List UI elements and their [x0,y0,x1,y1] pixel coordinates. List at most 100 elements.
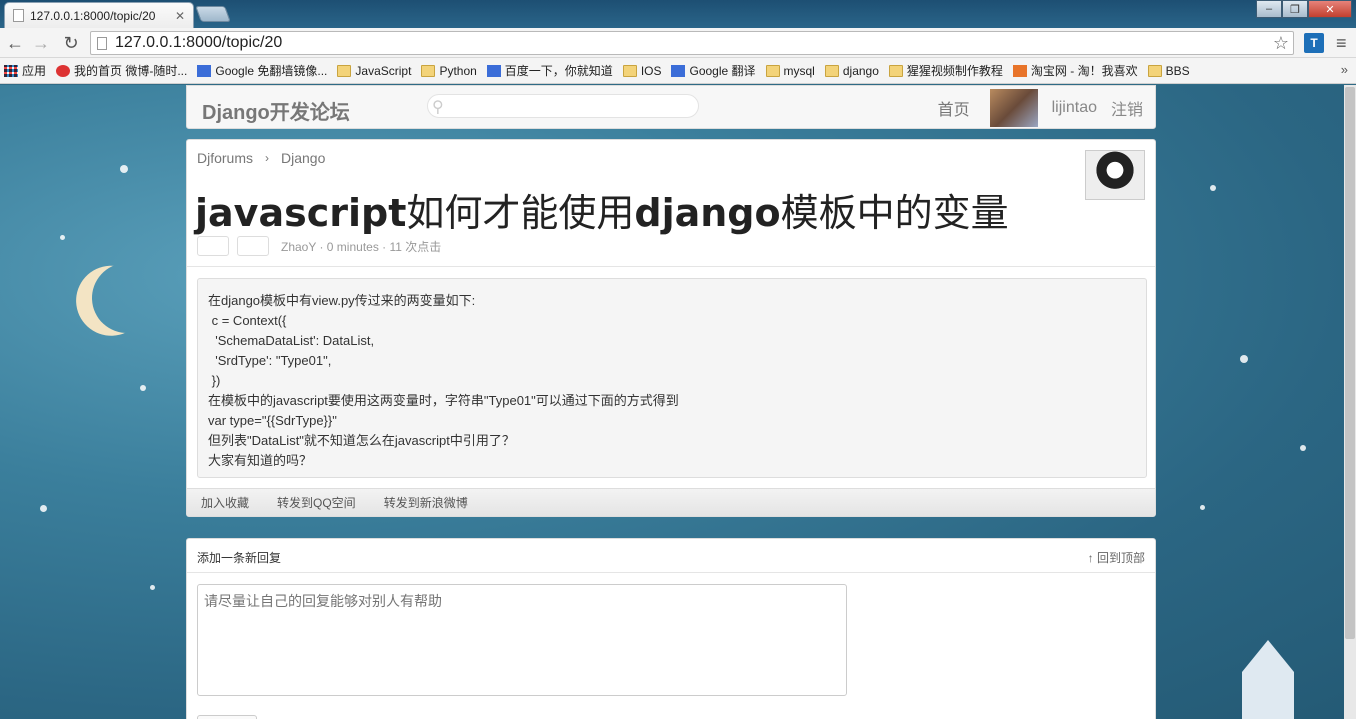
bookmark-item[interactable]: django [824,63,879,78]
folder-icon [765,64,780,77]
page-scrollbar[interactable] [1344,85,1356,719]
reply-textarea[interactable] [197,584,847,696]
bookmark-label: IOS [640,63,662,78]
browser-toolbar: ← → ↻ 127.0.0.1:8000/topic/20 ☆ T ≡ [0,28,1356,58]
bookmark-item[interactable]: Google 翻译 [671,62,756,79]
topic-content: 在django模板中有view.py传过来的两变量如下: c = Context… [197,278,1147,478]
snowflake [1240,355,1248,363]
submit-reply-button[interactable] [197,715,257,719]
username-link[interactable]: lijintao [1052,99,1097,117]
bookmark-item[interactable]: IOS [622,63,662,78]
window-controls: – ❐ ✕ [1256,0,1352,18]
folder-icon [337,64,352,77]
browser-tab[interactable]: 127.0.0.1:8000/topic/20 ✕ [4,2,194,28]
folder-icon [622,64,637,77]
topic-meta: ZhaoY · 0 minutes · 11 次点击 [281,240,442,254]
snowflake [1210,185,1216,191]
bookmark-icon [671,64,686,77]
topic-title: javascript如何才能使用django模板中的变量 [195,182,1009,237]
tab-strip: 127.0.0.1:8000/topic/20 ✕ – ❐ ✕ [0,0,1356,28]
divider [187,266,1155,267]
bookmark-label: mysql [783,63,815,78]
author-avatar[interactable] [1085,150,1145,200]
bookmark-label: 我的首页 微博-随时... [74,64,188,78]
bookmark-label: django [842,63,879,78]
menu-icon[interactable]: ≡ [1336,33,1347,53]
forward-icon[interactable]: → [30,32,52,54]
bookmark-item[interactable]: 猩猩视频制作教程 [888,62,1003,79]
bookmark-item[interactable]: JavaScript [337,64,411,78]
bookmark-star-icon[interactable]: ☆ [1273,33,1289,54]
folder-icon [1147,64,1162,77]
bookmark-icon [56,64,71,77]
moon-decoration [82,253,172,343]
reply-header: 添加一条新回复 ↑ 回到顶部 [187,539,1155,573]
bookmark-label: Google 免翻墙镜像... [215,64,328,78]
bookmark-label: BBS [1165,63,1190,78]
search-icon: ⚲ [432,99,444,116]
address-bar[interactable]: 127.0.0.1:8000/topic/20 ☆ [90,31,1294,55]
breadcrumb-node[interactable]: Django [281,150,325,166]
bookmark-item[interactable]: BBS [1147,63,1190,78]
reply-title: 添加一条新回复 [197,551,282,565]
folder-icon [888,64,903,77]
downvote-button[interactable] [237,236,269,256]
bookmark-icon [486,64,501,77]
bookmarks-bar: 应用 我的首页 微博-随时... Google 免翻墙镜像... JavaScript… [0,58,1356,84]
topic-actions: 加入收藏 转发到QQ空间 转发到新浪微博 [187,488,1155,516]
bookmark-item[interactable]: 淘宝网 - 淘！我喜欢 [1012,62,1138,79]
bookmark-label: 应用 [22,64,47,78]
bookmark-item[interactable]: 百度一下，你就知道 [486,62,613,79]
house-decoration [1242,640,1294,719]
title-segment: javascript [195,191,407,235]
bookmark-item[interactable]: mysql [765,63,815,78]
title-segment: 如何才能使用 [406,191,635,235]
breadcrumb-separator: › [265,151,270,165]
favorite-button[interactable]: 加入收藏 [201,494,249,511]
page-icon [97,36,107,50]
page-icon [13,9,24,22]
minimize-button[interactable]: – [1256,0,1282,18]
close-tab-icon[interactable]: ✕ [175,9,185,23]
user-avatar[interactable] [989,89,1038,127]
bookmarks-overflow-icon[interactable]: » [1341,62,1348,77]
snowflake [60,235,65,240]
bookmark-item[interactable]: Google 免翻墙镜像... [197,62,327,79]
breadcrumb-home[interactable]: Djforums [197,150,253,166]
snowflake [150,585,155,590]
site-logo[interactable]: Django开发论坛 [202,96,350,125]
breadcrumb: Djforums › Django [197,150,325,166]
header-nav: 首页 lijintao 注销 [938,86,1155,130]
bookmark-label: 淘宝网 - 淘！我喜欢 [1030,64,1138,78]
bookmark-label: JavaScript [355,63,412,78]
reload-icon[interactable]: ↻ [60,32,82,54]
logout-link[interactable]: 注销 [1111,96,1143,120]
share-weibo-button[interactable]: 转发到新浪微博 [384,494,468,511]
topic-box: Djforums › Django javascript如何才能使用django… [186,139,1156,517]
upvote-button[interactable] [197,236,229,256]
title-segment: django [634,191,781,235]
reply-box: 添加一条新回复 ↑ 回到顶部 [186,538,1156,719]
bookmark-item[interactable]: 我的首页 微博-随时... [56,62,187,79]
close-window-button[interactable]: ✕ [1308,0,1352,18]
bookmark-item[interactable]: Python [421,64,477,78]
bookmark-label: Google 翻译 [689,64,756,78]
bookmark-icon [4,64,18,77]
folder-icon [824,64,839,77]
bookmark-item[interactable]: 应用 [4,62,46,79]
snowflake [40,505,47,512]
back-to-top-link[interactable]: ↑ 回到顶部 [1088,549,1145,566]
snowflake [1300,445,1306,451]
extension-icon[interactable]: T [1304,33,1324,53]
home-link[interactable]: 首页 [938,96,970,120]
scroll-thumb[interactable] [1345,87,1355,639]
bookmark-icon [197,64,212,77]
snowflake [120,165,128,173]
share-qzone-button[interactable]: 转发到QQ空间 [277,494,356,511]
maximize-button[interactable]: ❐ [1282,0,1308,18]
url-text[interactable]: 127.0.0.1:8000/topic/20 [115,34,282,52]
back-icon[interactable]: ← [4,32,26,54]
search-input[interactable]: ⚲ [427,94,699,118]
title-segment: 模板中的变量 [780,191,1009,235]
new-tab-button[interactable] [195,6,231,22]
